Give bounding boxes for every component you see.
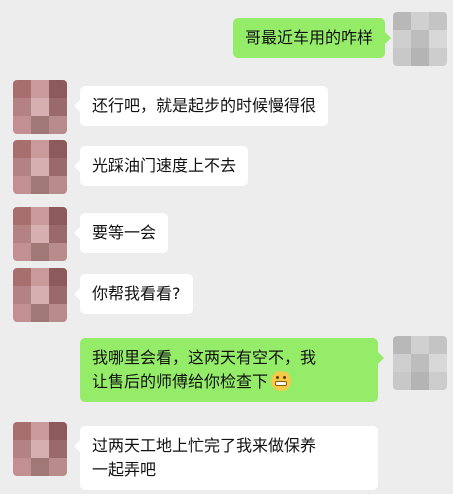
avatar-pixel: [31, 458, 49, 476]
message-bubble-received[interactable]: 光踩油门速度上不去: [74, 146, 249, 186]
avatar-pixel: [429, 372, 447, 390]
avatar-pixel: [31, 225, 49, 243]
avatar-pixel: [31, 98, 49, 116]
message-text: 光踩油门速度上不去: [92, 156, 237, 175]
avatar-pixel: [31, 140, 49, 158]
avatar-pixel: [393, 30, 411, 48]
message-text: 你帮我看看?: [92, 284, 181, 303]
avatar-pixel: [49, 304, 67, 322]
avatar-pixel: [411, 12, 429, 30]
message-text: 哥最近车用的咋样: [244, 28, 373, 47]
avatar-pixel: [13, 98, 31, 116]
avatar-pixel: [49, 422, 67, 440]
avatar-pixel: [429, 336, 447, 354]
bubble-tail: [385, 32, 391, 44]
avatar-pixel: [13, 80, 31, 98]
message-bubble-sent[interactable]: 我哪里会看，这两天有空不，我 让售后的师傅给你检查下: [80, 338, 384, 402]
avatar-pixel: [49, 207, 67, 225]
avatar-pixel: [49, 268, 67, 286]
avatar-pixel: [31, 116, 49, 134]
avatar-pixel: [429, 12, 447, 30]
avatar-pixel: [31, 243, 49, 261]
avatar-pixel: [13, 243, 31, 261]
avatar-pixel: [49, 440, 67, 458]
avatar-pixel: [13, 225, 31, 243]
message-text-line: 一起弄吧: [92, 460, 157, 479]
grin-emoji-icon: [271, 371, 292, 391]
avatar-pixel: [31, 286, 49, 304]
message-text: 要等一会: [92, 223, 157, 242]
message-bubble-received[interactable]: 要等一会: [74, 213, 169, 253]
avatar-pixel: [13, 158, 31, 176]
avatar-pixel: [49, 243, 67, 261]
avatar-pixel: [13, 440, 31, 458]
avatar-pixel: [393, 48, 411, 66]
avatar-pixel: [31, 268, 49, 286]
avatar-pixel: [31, 440, 49, 458]
bubble-tail: [74, 440, 80, 452]
avatar-pixel: [411, 336, 429, 354]
avatar-pixel: [49, 458, 67, 476]
avatar-pixel: [393, 372, 411, 390]
avatar-pixel: [13, 116, 31, 134]
avatar-pixel: [31, 80, 49, 98]
contact-avatar[interactable]: [13, 422, 67, 476]
avatar-pixel: [49, 176, 67, 194]
avatar-pixel: [13, 176, 31, 194]
message-bubble-sent[interactable]: 哥最近车用的咋样: [232, 18, 391, 58]
message-text-line: 我哪里会看，这两天有空不，我: [92, 348, 317, 367]
avatar-pixel: [13, 422, 31, 440]
avatar-pixel: [411, 48, 429, 66]
avatar-pixel: [13, 140, 31, 158]
message-text-line: 让售后的师傅给你检查下: [92, 370, 366, 394]
avatar-pixel: [31, 304, 49, 322]
avatar-pixel: [429, 354, 447, 372]
avatar-pixel: [393, 354, 411, 372]
avatar-pixel: [49, 80, 67, 98]
contact-avatar[interactable]: [13, 80, 67, 134]
avatar-pixel: [31, 207, 49, 225]
avatar-pixel: [393, 336, 411, 354]
avatar-pixel: [429, 48, 447, 66]
avatar-pixel: [31, 158, 49, 176]
message-text-line: 过两天工地上忙完了我来做保养: [92, 436, 317, 455]
message-text-line-content: 让售后的师傅给你检查下: [92, 372, 269, 391]
message-bubble-received[interactable]: 过两天工地上忙完了我来做保养 一起弄吧: [74, 426, 378, 490]
avatar-pixel: [49, 116, 67, 134]
bubble-tail: [378, 352, 384, 364]
avatar-pixel: [31, 422, 49, 440]
avatar-pixel: [31, 176, 49, 194]
avatar-pixel: [49, 286, 67, 304]
contact-avatar[interactable]: [13, 140, 67, 194]
bubble-tail: [74, 227, 80, 239]
bubble-tail: [74, 160, 80, 172]
avatar-pixel: [13, 304, 31, 322]
avatar-pixel: [393, 12, 411, 30]
contact-avatar[interactable]: [13, 268, 67, 322]
bubble-tail: [74, 288, 80, 300]
avatar-pixel: [49, 98, 67, 116]
my-avatar[interactable]: [393, 336, 447, 390]
avatar-pixel: [13, 207, 31, 225]
contact-avatar[interactable]: [13, 207, 67, 261]
avatar-pixel: [429, 30, 447, 48]
avatar-pixel: [49, 225, 67, 243]
bubble-tail: [74, 100, 80, 112]
avatar-pixel: [411, 30, 429, 48]
message-bubble-received[interactable]: 你帮我看看?: [74, 274, 193, 314]
avatar-pixel: [411, 354, 429, 372]
avatar-pixel: [411, 372, 429, 390]
message-text: 还行吧，就是起步的时候慢得很: [92, 96, 317, 115]
avatar-pixel: [13, 268, 31, 286]
avatar-pixel: [13, 458, 31, 476]
message-bubble-received[interactable]: 还行吧，就是起步的时候慢得很: [74, 86, 329, 126]
my-avatar[interactable]: [393, 12, 447, 66]
avatar-pixel: [13, 286, 31, 304]
avatar-pixel: [49, 140, 67, 158]
avatar-pixel: [49, 158, 67, 176]
